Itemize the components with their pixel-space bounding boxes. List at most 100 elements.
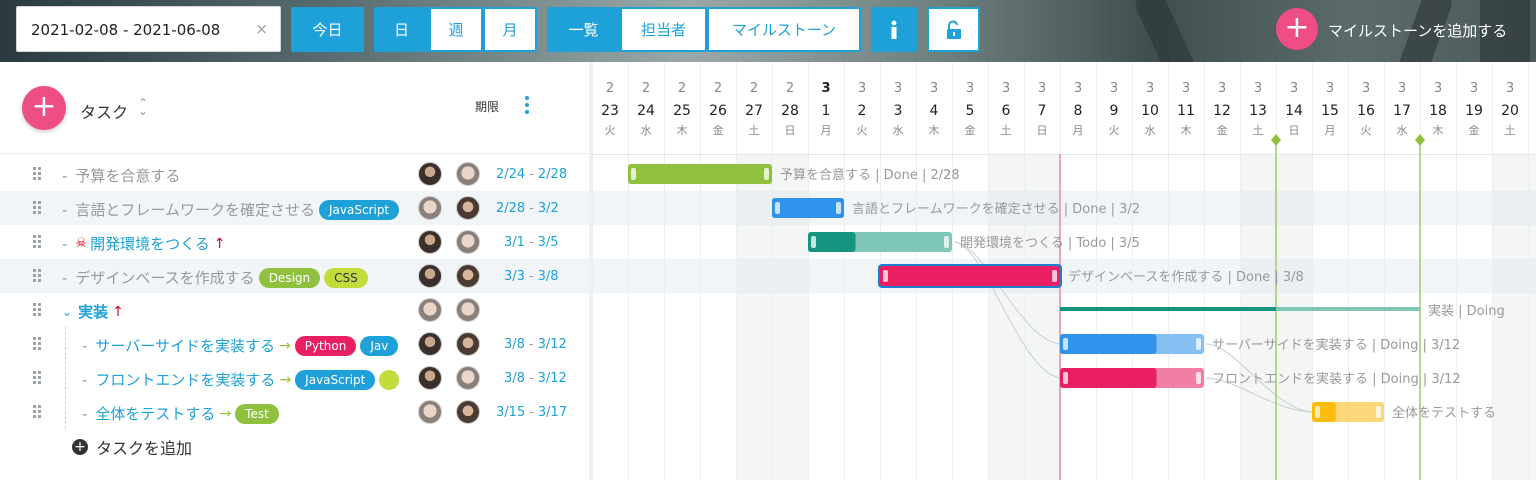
day-number-label[interactable]: 13 — [1249, 103, 1267, 119]
day-number-label[interactable]: 6 — [1002, 103, 1011, 119]
drag-handle-icon[interactable] — [33, 167, 43, 181]
task-date-range[interactable]: 3/8-3/12 — [504, 337, 567, 352]
day-number-label[interactable]: 27 — [745, 103, 763, 119]
assignee-avatar[interactable] — [456, 332, 480, 356]
summary-bar-progress[interactable] — [1060, 307, 1276, 311]
assignee-avatar[interactable] — [418, 298, 442, 322]
task-row[interactable]: - 言語とフレームワークを確定させる JavaScript 2/28-3/2 — [0, 191, 589, 225]
task-bar-progress[interactable] — [772, 198, 844, 218]
assignee-avatar[interactable] — [456, 264, 480, 288]
day-number-label[interactable]: 5 — [966, 103, 975, 119]
date-range-input[interactable]: 2021-02-08 - 2021-06-08 × — [16, 6, 281, 52]
task-name[interactable]: 予算を合意する — [75, 165, 180, 186]
drag-handle-icon[interactable] — [33, 235, 43, 249]
assignee-avatar[interactable] — [456, 162, 480, 186]
drag-handle-icon[interactable] — [33, 303, 43, 317]
add-task-button[interactable]: + タスクを追加 — [72, 435, 192, 459]
task-row[interactable]: - デザインベースを作成する Design CSS 3/3-3/8 — [0, 259, 589, 293]
bar-resize-handle-left[interactable] — [1063, 372, 1068, 384]
day-number-label[interactable]: 23 — [601, 103, 619, 119]
day-number-label[interactable]: 8 — [1074, 103, 1083, 119]
view-milestone-button[interactable]: マイルストーン — [707, 7, 861, 52]
assignee-avatar[interactable] — [456, 196, 480, 220]
bar-resize-handle-left[interactable] — [1315, 406, 1320, 418]
bar-resize-handle-left[interactable] — [811, 236, 816, 248]
bar-resize-handle-right[interactable] — [944, 236, 949, 248]
task-date-range[interactable]: 2/28-3/2 — [496, 201, 559, 216]
day-number-label[interactable]: 16 — [1357, 103, 1375, 119]
day-number-label[interactable]: 10 — [1141, 103, 1159, 119]
milestone-diamond-icon[interactable] — [1271, 134, 1281, 146]
view-list-button[interactable]: 一覧 — [547, 7, 620, 52]
task-row[interactable]: ⌄ 実装 ↑ — [0, 293, 589, 327]
bar-resize-handle-left[interactable] — [631, 168, 636, 180]
add-milestone-button[interactable]: + — [1276, 8, 1318, 50]
assignee-avatar[interactable] — [456, 230, 480, 254]
assignee-avatar[interactable] — [418, 162, 442, 186]
day-number-label[interactable]: 2 — [858, 103, 867, 119]
clear-icon[interactable]: × — [255, 20, 268, 38]
scale-week-button[interactable]: 週 — [429, 7, 483, 52]
day-number-label[interactable]: 11 — [1177, 103, 1195, 119]
task-date-range[interactable]: 2/24-2/28 — [496, 167, 567, 182]
today-button[interactable]: 今日 — [291, 7, 364, 52]
view-assignee-button[interactable]: 担当者 — [620, 7, 707, 52]
task-date-range[interactable]: 3/15-3/17 — [496, 405, 567, 420]
milestone-diamond-icon[interactable] — [1415, 134, 1425, 146]
assignee-avatar[interactable] — [418, 264, 442, 288]
task-row[interactable]: - サーバーサイドを実装する → Python Jav 3/8-3/12 — [0, 327, 589, 361]
task-tag[interactable]: JavaScript — [318, 199, 400, 220]
task-name[interactable]: サーバーサイドを実装する — [95, 335, 275, 356]
assignee-avatar[interactable] — [456, 298, 480, 322]
task-tag[interactable]: Design — [258, 267, 321, 288]
assignee-avatar[interactable] — [418, 196, 442, 220]
bar-resize-handle-left[interactable] — [1063, 338, 1068, 350]
day-number-label[interactable]: 18 — [1429, 103, 1447, 119]
task-bar-progress[interactable] — [880, 266, 1060, 286]
day-number-label[interactable]: 4 — [930, 103, 939, 119]
bar-resize-handle-right[interactable] — [1376, 406, 1381, 418]
day-number-label[interactable]: 7 — [1038, 103, 1047, 119]
day-number-label[interactable]: 9 — [1110, 103, 1119, 119]
day-number-label[interactable]: 17 — [1393, 103, 1411, 119]
task-name[interactable]: フロントエンドを実装する — [95, 369, 275, 390]
drag-handle-icon[interactable] — [33, 371, 43, 385]
day-number-label[interactable]: 3 — [894, 103, 903, 119]
task-bar-progress[interactable] — [1060, 334, 1157, 354]
bar-resize-handle-right[interactable] — [1052, 270, 1057, 282]
bar-resize-handle-right[interactable] — [1196, 372, 1201, 384]
lock-button[interactable] — [927, 7, 980, 52]
task-tag[interactable]: Test — [235, 403, 279, 424]
day-number-label[interactable]: 14 — [1285, 103, 1303, 119]
info-button[interactable] — [871, 7, 917, 52]
task-row[interactable]: - 全体をテストする → Test 3/15-3/17 — [0, 395, 589, 429]
scale-day-button[interactable]: 日 — [374, 7, 429, 52]
day-number-label[interactable]: 12 — [1213, 103, 1231, 119]
task-tag[interactable]: Python — [294, 335, 357, 356]
assignee-avatar[interactable] — [418, 366, 442, 390]
assignee-avatar[interactable] — [456, 400, 480, 424]
bar-resize-handle-right[interactable] — [836, 202, 841, 214]
task-name[interactable]: 開発環境をつくる — [90, 233, 210, 254]
day-number-label[interactable]: 24 — [637, 103, 655, 119]
task-tag[interactable]: JavaScript — [295, 369, 376, 390]
day-number-label[interactable]: 15 — [1321, 103, 1339, 119]
task-date-range[interactable]: 3/3-3/8 — [504, 269, 559, 284]
assignee-avatar[interactable] — [418, 400, 442, 424]
task-bar-progress[interactable] — [628, 164, 772, 184]
assignee-avatar[interactable] — [418, 230, 442, 254]
day-number-label[interactable]: 26 — [709, 103, 727, 119]
task-name[interactable]: 実装 — [78, 301, 108, 322]
column-menu-icon[interactable] — [524, 96, 530, 117]
day-number-label[interactable]: 1 — [822, 103, 831, 119]
day-number-label[interactable]: 19 — [1465, 103, 1483, 119]
bar-resize-handle-right[interactable] — [764, 168, 769, 180]
task-tag[interactable]: Jav — [360, 335, 399, 356]
bar-resize-handle-right[interactable] — [1196, 338, 1201, 350]
drag-handle-icon[interactable] — [33, 337, 43, 351]
assignee-avatar[interactable] — [418, 332, 442, 356]
assignee-avatar[interactable] — [456, 366, 480, 390]
add-task-fab[interactable]: + — [22, 86, 66, 130]
collapse-all-icon[interactable]: ⌃ ⌄ — [138, 97, 148, 117]
drag-handle-icon[interactable] — [33, 405, 43, 419]
